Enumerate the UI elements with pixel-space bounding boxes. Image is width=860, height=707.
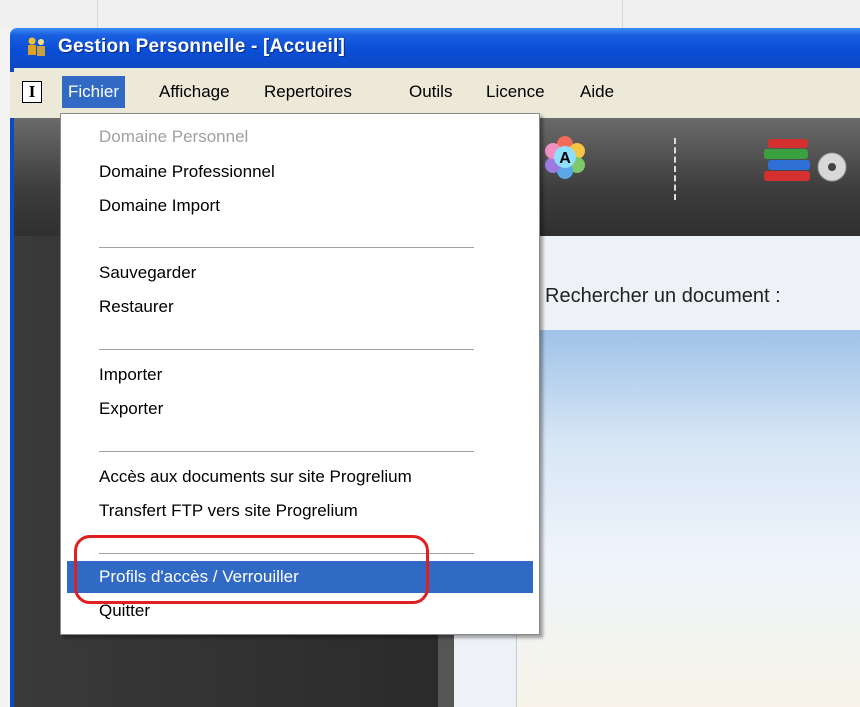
menu-licence[interactable]: Licence <box>480 76 551 108</box>
menu-aide[interactable]: Aide <box>574 76 620 108</box>
menu-item-domaine-import[interactable]: Domaine Import <box>61 190 533 222</box>
picture-panel <box>516 330 860 707</box>
menu-repertoires[interactable]: Repertoires <box>258 76 358 108</box>
system-menu-button[interactable]: I <box>22 81 42 103</box>
app-icon[interactable] <box>24 35 48 59</box>
menu-item-exporter[interactable]: Exporter <box>61 393 533 425</box>
annotation-highlight-box <box>74 535 429 604</box>
title-bar[interactable]: Gestion Personnelle - [Accueil] <box>10 28 860 68</box>
menu-item-domaine-personnel: Domaine Personnel <box>99 127 249 146</box>
menu-separator <box>99 451 474 453</box>
menu-separator <box>99 247 474 249</box>
menu-item-restaurer[interactable]: Restaurer <box>61 291 533 323</box>
window-title: Gestion Personnelle - [Accueil] <box>58 36 346 57</box>
search-document-label: Rechercher un document : <box>545 285 781 307</box>
palette-a-icon[interactable]: A <box>543 135 587 179</box>
desktop-top-strip <box>0 0 860 28</box>
menu-affichage[interactable]: Affichage <box>153 76 236 108</box>
menu-separator <box>99 349 474 351</box>
toolbar-separator <box>674 138 676 200</box>
top-divider <box>97 0 98 28</box>
menu-item-acces-documents[interactable]: Accès aux documents sur site Progrelium <box>61 461 533 493</box>
top-divider <box>622 0 623 28</box>
menu-item-importer[interactable]: Importer <box>61 359 533 391</box>
books-cd-icon[interactable] <box>760 133 860 185</box>
menu-bar: I Fichier Affichage Repertoires Outils L… <box>10 72 860 118</box>
menu-item-domaine-professionnel[interactable]: Domaine Professionnel <box>61 156 533 188</box>
menu-fichier[interactable]: Fichier <box>62 76 126 108</box>
svg-text:A: A <box>559 150 571 167</box>
menu-item-transfert-ftp[interactable]: Transfert FTP vers site Progrelium <box>61 495 533 527</box>
menu-outils[interactable]: Outils <box>403 76 458 108</box>
menu-item-sauvegarder[interactable]: Sauvegarder <box>61 257 533 289</box>
